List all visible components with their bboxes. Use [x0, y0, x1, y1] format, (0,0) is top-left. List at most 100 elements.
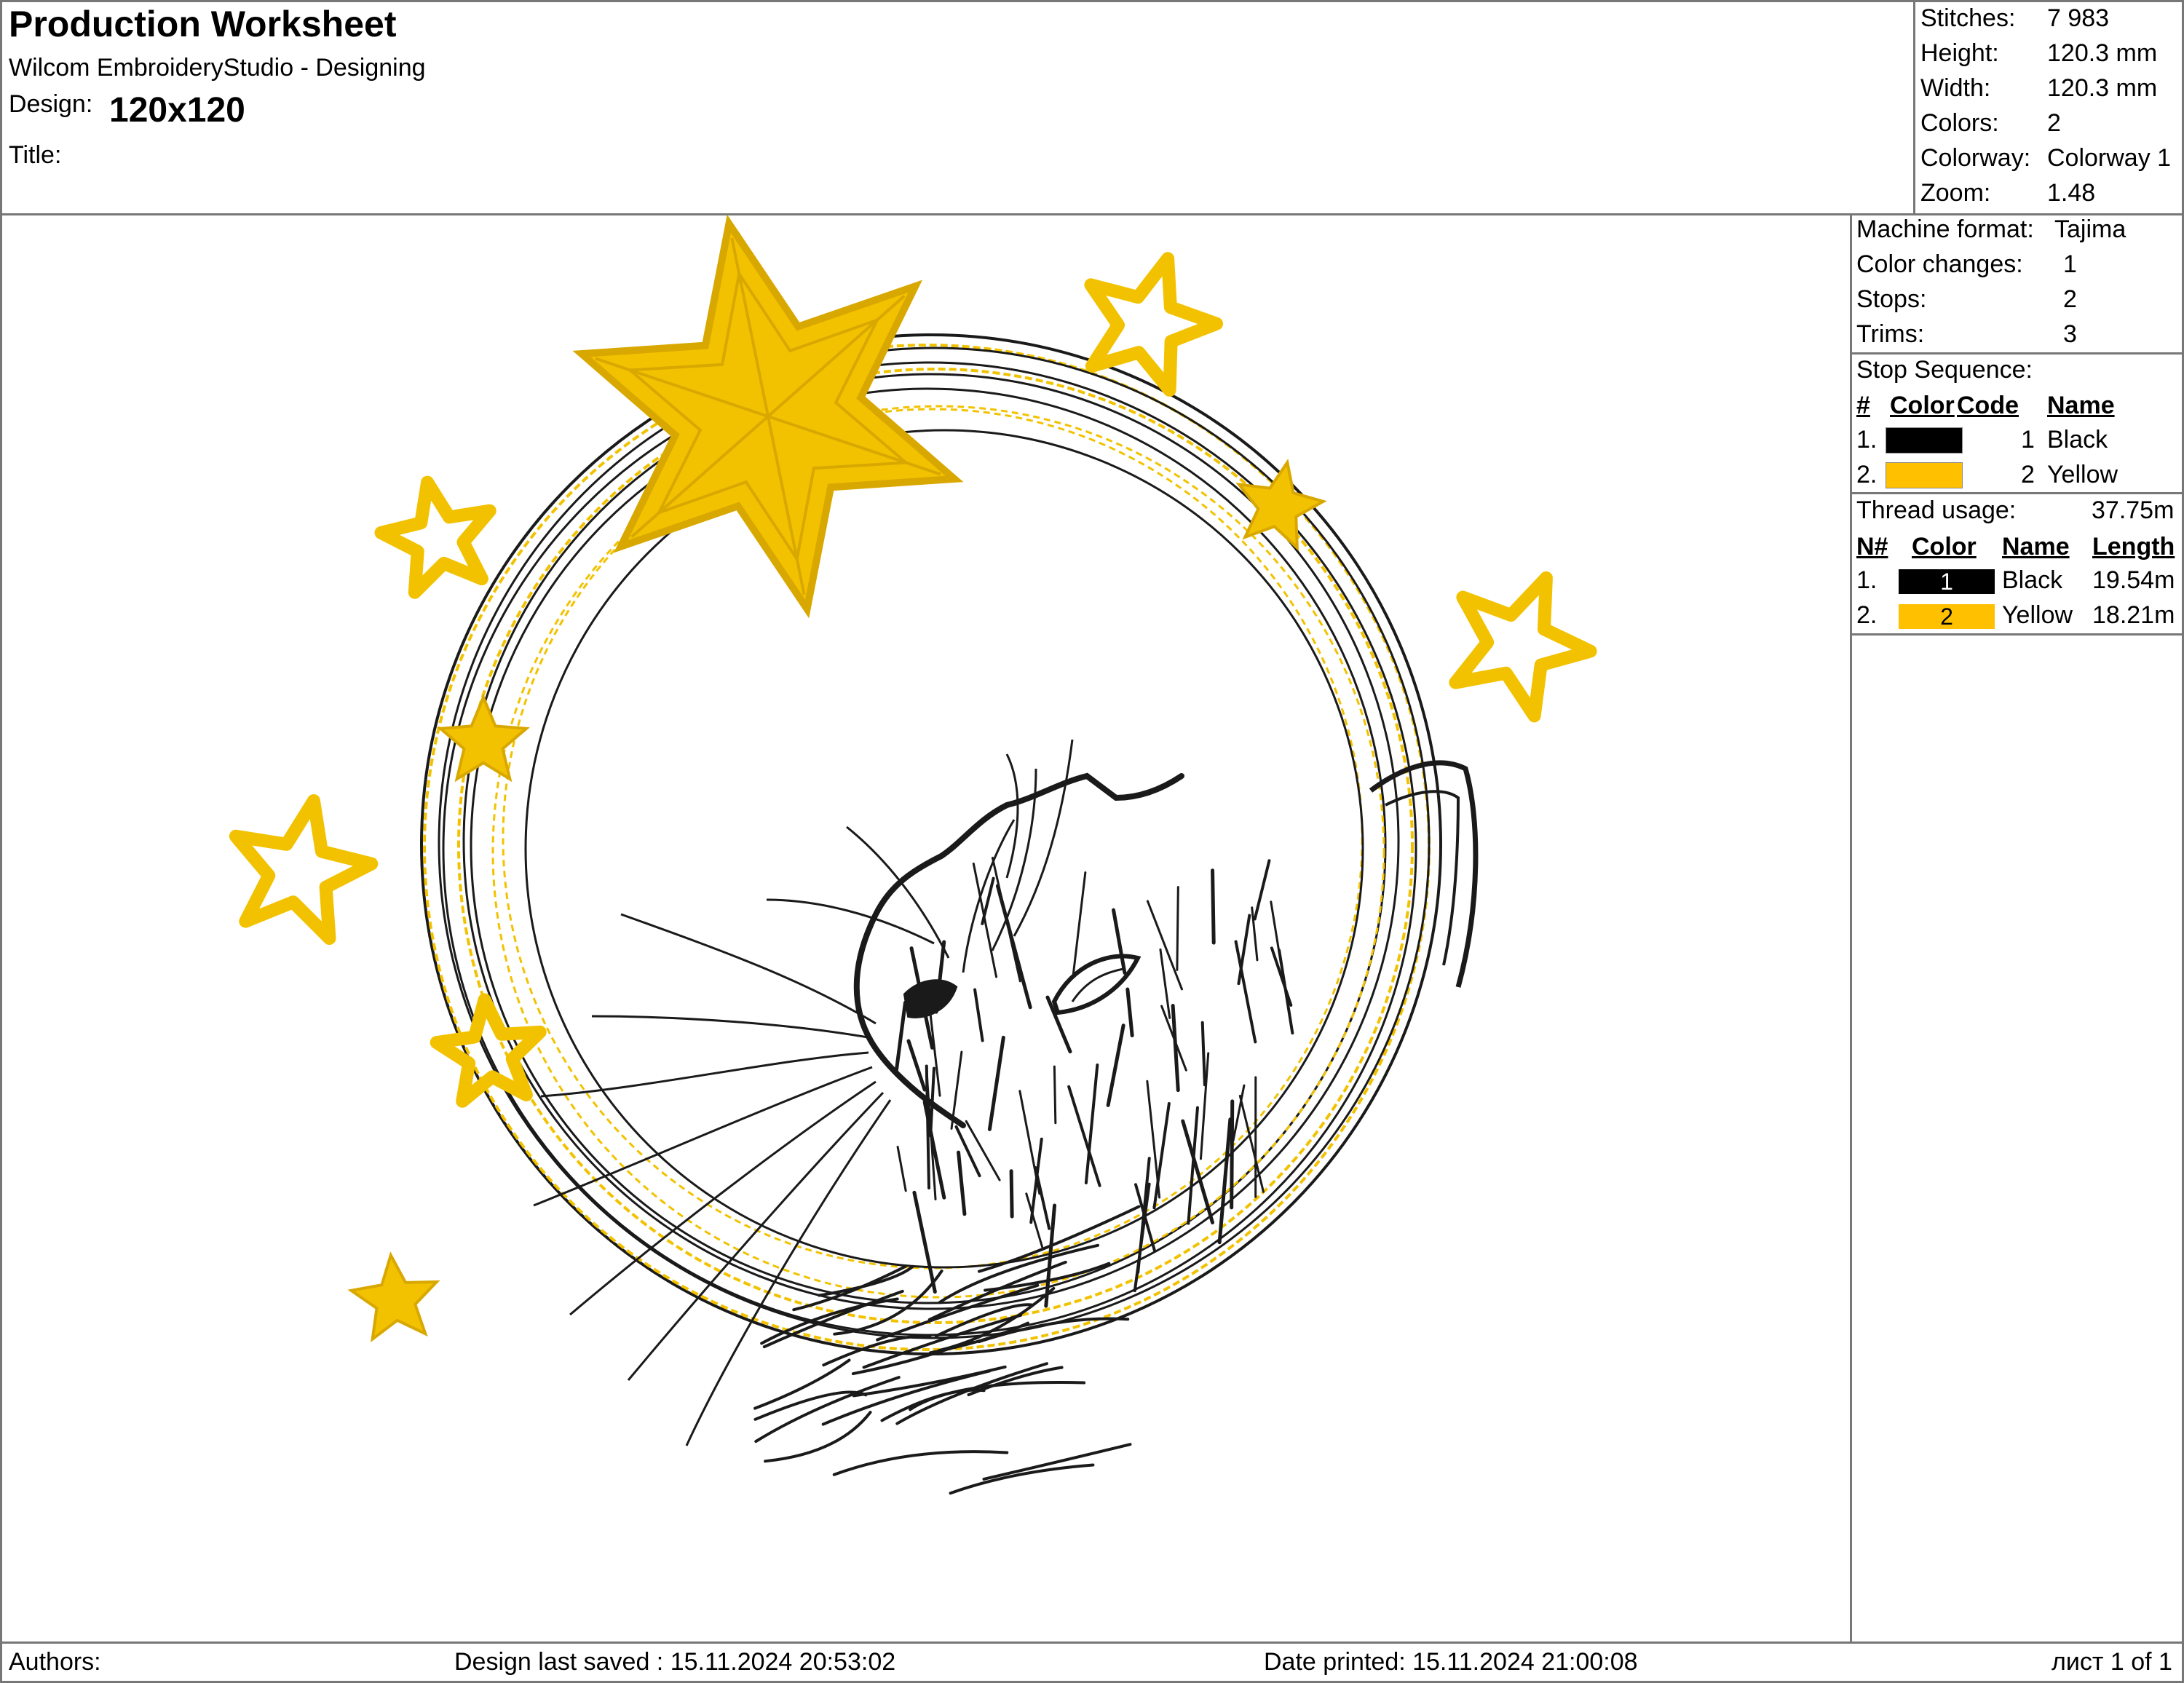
cat-fur-stroke: [1211, 868, 1216, 945]
cat-fur-stroke: [912, 1190, 937, 1294]
thread-row-number: 1.: [1856, 566, 1878, 594]
cat-ear-outline: [1369, 760, 1479, 988]
color-swatch-numbered: 1: [1899, 569, 1995, 594]
stat-label: Zoom:: [1920, 179, 1991, 207]
small-filled-star: [437, 693, 530, 783]
cat-fur-stroke: [1152, 1102, 1171, 1210]
cat-head-outline: [853, 772, 1184, 1128]
machine-label: Stops:: [1856, 285, 1927, 313]
cat-fur-stroke: [1084, 1064, 1099, 1184]
small-filled-star: [347, 1251, 440, 1342]
cat-whisker: [540, 1051, 869, 1098]
stop-sequence-header: Code: [1957, 392, 2019, 419]
cat-fur-stroke: [973, 988, 984, 1042]
cat-illustration: [533, 739, 1479, 1495]
cat-whisker: [846, 825, 950, 959]
cat-fur-stroke: [1009, 1169, 1014, 1219]
cat-fur-stroke: [894, 1000, 907, 1074]
sidebar-divider: [1850, 215, 1852, 1644]
cat-chest-fur: [982, 1443, 1132, 1481]
stat-value: Colorway 1: [2047, 144, 2172, 172]
cat-whisker: [766, 898, 935, 945]
cat-fur-stroke: [957, 1150, 967, 1216]
cat-fur-stroke: [965, 1120, 1001, 1181]
cat-fur-stroke: [1072, 871, 1087, 977]
small-filled-star: [1235, 459, 1327, 552]
outline-star: [1449, 571, 1597, 723]
machine-value: Tajima: [2054, 215, 2126, 243]
thread-usage-total: 37.75m: [2092, 496, 2175, 524]
thread-row-number: 2.: [1856, 601, 1878, 629]
design-label: Design:: [9, 90, 93, 118]
cat-fur-stroke: [1181, 1119, 1215, 1224]
cat-whisker: [591, 1015, 873, 1040]
stop-sequence-heading: Stop Sequence:: [1856, 356, 2033, 384]
stop-row-name: Yellow: [2047, 461, 2118, 488]
cat-fur-stroke: [1237, 914, 1251, 986]
footer-date-printed: Date printed: 15.11.2024 21:00:08: [1264, 1648, 1638, 1676]
machine-value: 2: [2063, 285, 2077, 313]
stat-label: Stitches:: [1920, 4, 2016, 32]
cat-fur-stroke: [1176, 886, 1179, 971]
page-title: Production Worksheet: [9, 4, 397, 44]
color-swatch: [1886, 462, 1963, 488]
stat-value: 7 983: [2047, 4, 2110, 32]
stop-sequence-header: Color: [1890, 392, 1955, 419]
stat-value: 120.3 mm: [2047, 74, 2158, 102]
cat-fur-stroke: [1106, 1023, 1125, 1107]
thread-usage-header: Name: [2002, 533, 2070, 561]
thread-row-name: Yellow: [2002, 601, 2073, 629]
stat-label: Height:: [1920, 39, 1999, 67]
cat-fur-stroke: [1234, 940, 1257, 1044]
design-name: 120x120: [109, 91, 245, 130]
thread-row-name: Black: [2002, 566, 2063, 594]
thread-usage-header: Length: [2092, 533, 2175, 561]
machine-label: Color changes:: [1856, 250, 2023, 278]
machine-value: 3: [2063, 320, 2077, 348]
footer-authors: Authors:: [9, 1648, 101, 1676]
footer-last-saved: Design last saved : 15.11.2024 20:53:02: [454, 1648, 896, 1676]
color-swatch-numbered: 2: [1899, 604, 1995, 629]
stats-divider: [1913, 0, 1915, 215]
embroidery-design-preview: [229, 215, 1597, 1495]
machine-label: Machine format:: [1856, 215, 2034, 243]
cat-fur-stroke: [1053, 1065, 1057, 1125]
cat-fur-stroke: [987, 1035, 1005, 1131]
stat-value: 120.3 mm: [2047, 39, 2158, 67]
thread-usage-header: Color: [1912, 533, 1977, 561]
stat-label: Width:: [1920, 74, 1991, 102]
outline-star: [374, 475, 496, 599]
outline-star: [229, 794, 379, 945]
frame-ring: [524, 429, 1364, 1269]
cat-fur-stroke: [906, 1039, 927, 1092]
cat-fur-stroke: [1146, 1080, 1161, 1199]
cat-whisker: [533, 1066, 873, 1207]
thread-usage-heading: Thread usage:: [1856, 496, 2017, 524]
stop-sequence-header: Name: [2047, 392, 2115, 419]
stat-label: Colors:: [1920, 109, 1999, 137]
stop-row-code: 2: [2021, 461, 2035, 488]
cat-fur-stroke: [1112, 908, 1127, 975]
cat-whisker: [1005, 753, 1019, 879]
stat-value: 1.48: [2047, 179, 2096, 207]
thread-row-length: 19.54m: [2092, 566, 2175, 594]
machine-label: Trims:: [1856, 320, 1925, 348]
cat-eye: [1051, 954, 1142, 1015]
app-name: Wilcom EmbroideryStudio - Designing: [9, 54, 426, 82]
machine-value: 1: [2063, 250, 2077, 278]
cat-chest-fur: [832, 1450, 1009, 1476]
title-label: Title:: [9, 141, 62, 169]
cat-fur-stroke: [1125, 987, 1134, 1038]
stop-row-number: 2.: [1856, 461, 1878, 488]
stop-sequence-header: #: [1856, 392, 1870, 419]
cat-whisker: [620, 913, 877, 1025]
cat-whisker: [569, 1080, 877, 1316]
footer-page-number: лист 1 of 1: [2052, 1648, 2172, 1676]
cat-fur-stroke: [1230, 1099, 1235, 1210]
stop-row-number: 1.: [1856, 426, 1878, 454]
cat-fur-stroke: [896, 1145, 907, 1192]
cat-chest-fur: [764, 1411, 872, 1463]
cat-fur-stroke: [1200, 1021, 1206, 1087]
cat-fur-stroke: [928, 1008, 941, 1097]
stop-row-code: 1: [2021, 426, 2035, 454]
